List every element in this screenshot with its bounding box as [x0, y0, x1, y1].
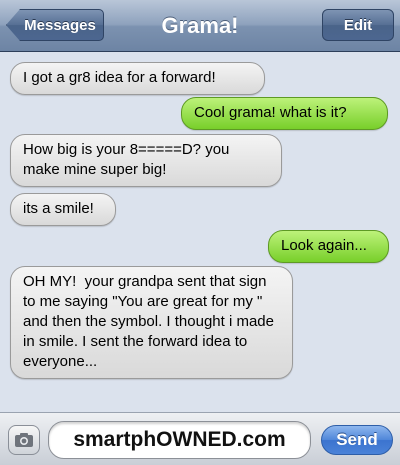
message-text-field[interactable]: smartphOWNED.com: [48, 421, 311, 459]
message-bubble-incoming: its a smile!: [10, 193, 116, 226]
message-bubble-outgoing: Cool grama! what is it?: [181, 97, 388, 130]
nav-bar: Messages Grama! Edit: [0, 0, 400, 52]
messages-screen: Messages Grama! Edit I got a gr8 idea fo…: [0, 0, 400, 465]
message-bubble-incoming: OH MY! your grandpa sent that sign to me…: [10, 266, 293, 379]
send-button[interactable]: Send: [321, 425, 393, 455]
message-bubble-incoming: How big is your 8=====D? you make mine s…: [10, 134, 282, 187]
message-input-bar: smartphOWNED.com Send: [0, 412, 400, 465]
edit-button[interactable]: Edit: [322, 9, 394, 41]
camera-button[interactable]: [8, 425, 40, 455]
message-bubble-incoming: I got a gr8 idea for a forward!: [10, 62, 265, 95]
back-to-messages-button[interactable]: Messages: [6, 9, 104, 41]
conversation-title: Grama!: [161, 13, 239, 38]
message-thread[interactable]: I got a gr8 idea for a forward! Cool gra…: [0, 52, 400, 412]
message-bubble-outgoing: Look again...: [268, 230, 389, 263]
camera-icon: [15, 433, 33, 447]
